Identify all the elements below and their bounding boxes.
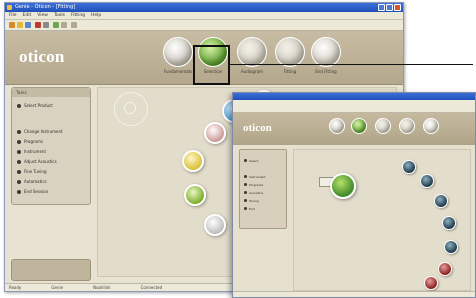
inset-window: oticon Select Instrument Programs Acoust… (232, 92, 476, 298)
instrument-dark-icon[interactable] (444, 240, 458, 254)
instrument-silver-icon[interactable] (204, 214, 226, 236)
inset-sidebar-item[interactable]: Instrument (244, 174, 266, 179)
inset-status-bar (233, 291, 475, 297)
bullet-icon (17, 129, 21, 134)
sidebar-item[interactable]: Instrument (17, 148, 46, 155)
inset-title-bar (233, 93, 475, 100)
title-bar: Genie - Oticon - [Fitting] (5, 3, 403, 12)
toolbar (5, 20, 403, 31)
step-fundamentals-icon[interactable] (163, 37, 193, 67)
sidebar-footer-panel (11, 259, 91, 281)
instrument-red-icon[interactable] (424, 276, 438, 290)
step-fitting-icon[interactable] (275, 37, 305, 67)
bullet-icon (17, 103, 21, 108)
inset-oticon-logo: oticon (243, 122, 272, 134)
menu-fitting[interactable]: Fitting (71, 12, 85, 19)
window-title: Genie - Oticon - [Fitting] (15, 4, 76, 10)
status-text: Connected (140, 285, 163, 290)
help-icon[interactable] (71, 22, 77, 28)
print-icon[interactable] (43, 22, 49, 28)
bullet-icon (17, 159, 21, 164)
step-end-fitting-icon[interactable] (311, 37, 341, 67)
composite-screenshot: Genie - Oticon - [Fitting] File Edit Vie… (0, 0, 476, 298)
status-text: Genie (51, 285, 64, 290)
instrument-yellow-icon[interactable] (182, 150, 204, 172)
inset-step-audiogram-icon[interactable] (375, 118, 391, 134)
status-text: Noahlink (93, 285, 111, 290)
oticon-logo: oticon (19, 47, 65, 66)
instrument-white-icon[interactable] (204, 122, 226, 144)
inset-sidebar-item[interactable]: Programs (244, 182, 263, 187)
inset-step-fitting-icon[interactable] (399, 118, 415, 134)
inset-sidebar-item[interactable]: Acoustics (244, 190, 263, 195)
inset-step-fundamentals-icon[interactable] (329, 118, 345, 134)
stop-icon[interactable] (35, 22, 41, 28)
instrument-dark-icon[interactable] (442, 216, 456, 230)
bullet-icon (17, 179, 21, 184)
decorative-circle (124, 102, 136, 114)
sidebar-item[interactable]: Change Instrument (17, 128, 63, 135)
inset-step-selection-icon[interactable] (351, 118, 367, 134)
instrument-dark-icon[interactable] (420, 174, 434, 188)
bullet-icon (244, 199, 247, 202)
sidebar-item[interactable]: End Session (17, 188, 48, 195)
instrument-dark-icon[interactable] (402, 160, 416, 174)
open-icon[interactable] (17, 22, 23, 28)
menu-tools[interactable]: Tools (54, 12, 65, 19)
bullet-icon (17, 169, 21, 174)
inset-sidebar: Select Instrument Programs Acoustics Tun… (239, 149, 287, 229)
bullet-icon (244, 207, 247, 210)
save-icon[interactable] (25, 22, 31, 28)
highlight-box (193, 45, 230, 85)
sidebar-item[interactable]: Adjust Acoustics (17, 158, 57, 165)
bullet-icon (17, 139, 21, 144)
tool-icon[interactable] (61, 22, 67, 28)
bullet-icon (244, 175, 247, 178)
app-icon (7, 5, 12, 10)
inset-toolbar (233, 106, 475, 113)
inset-sidebar-item[interactable]: End (244, 206, 255, 211)
bullet-icon (17, 189, 21, 194)
bullet-icon (244, 191, 247, 194)
menu-bar: File Edit View Tools Fitting Help (5, 12, 403, 20)
bullet-icon (244, 159, 247, 162)
bullet-icon (17, 149, 21, 154)
inset-step-end-icon[interactable] (423, 118, 439, 134)
menu-edit[interactable]: Edit (23, 12, 32, 19)
step-end-fitting-label: End Fitting (315, 69, 337, 74)
task-sidebar: Tasks Select Product Change Instrument P… (11, 87, 91, 205)
close-button[interactable] (394, 4, 401, 11)
menu-file[interactable]: File (9, 12, 17, 19)
instrument-green-icon[interactable] (184, 184, 206, 206)
sidebar-item[interactable]: Fine Tuning (17, 168, 46, 175)
sidebar-item[interactable]: Automatics (17, 178, 47, 185)
step-audiogram-icon[interactable] (237, 37, 267, 67)
minimize-button[interactable] (378, 4, 385, 11)
instrument-dark-icon[interactable] (434, 194, 448, 208)
inset-selected-instrument-icon[interactable] (330, 173, 356, 199)
sidebar-item[interactable]: Select Product (17, 102, 53, 109)
new-icon[interactable] (9, 22, 15, 28)
status-text: Ready (9, 285, 22, 290)
sidebar-title: Tasks (12, 88, 90, 97)
inset-sidebar-item[interactable]: Tuning (244, 198, 259, 203)
menu-view[interactable]: View (37, 12, 48, 19)
callout-line (229, 64, 473, 65)
inset-selection-canvas (293, 149, 471, 291)
bullet-icon (244, 183, 247, 186)
menu-help[interactable]: Help (91, 12, 101, 19)
connect-icon[interactable] (53, 22, 59, 28)
sidebar-item[interactable]: Programs (17, 138, 43, 145)
inset-app-header: oticon (233, 113, 475, 145)
maximize-button[interactable] (386, 4, 393, 11)
inset-sidebar-item[interactable]: Select (244, 158, 258, 163)
instrument-red-icon[interactable] (438, 262, 452, 276)
